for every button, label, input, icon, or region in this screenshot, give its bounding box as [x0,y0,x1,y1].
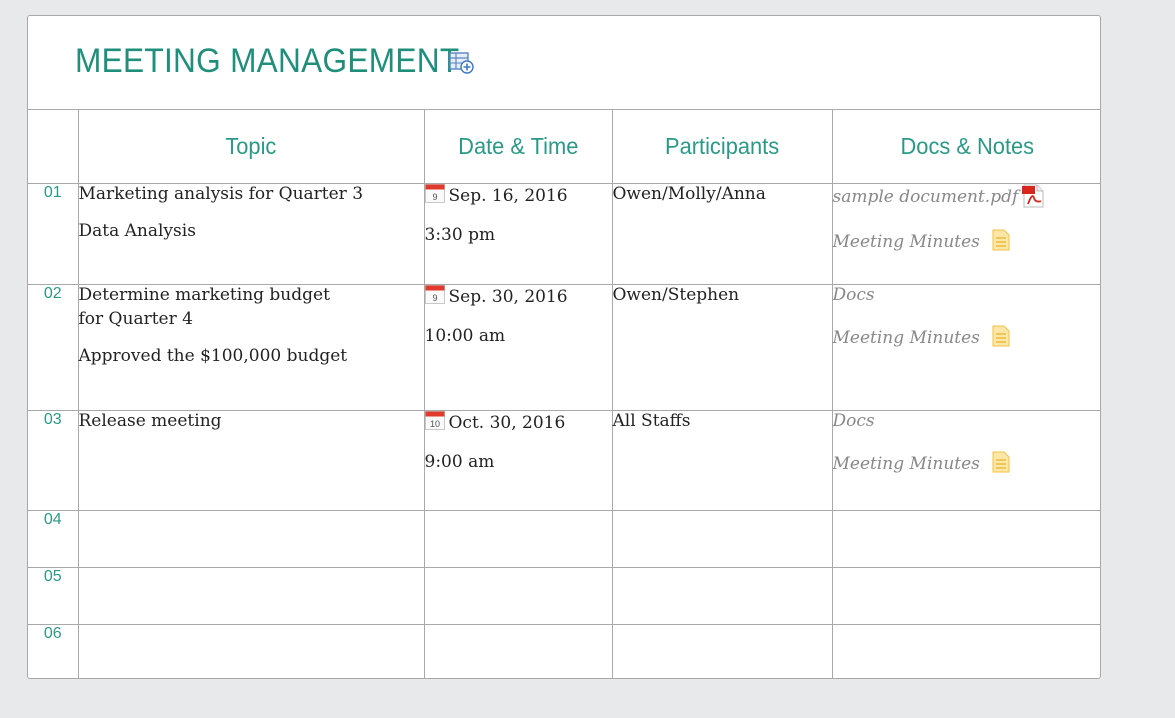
date-time-cell: 9 Sep. 30, 2016 10:00 am [424,284,613,411]
row-number: 04 [28,510,79,568]
date-time-cell[interactable] [424,624,613,678]
note-file-icon[interactable] [992,451,1010,478]
topic-notes: Data Analysis [78,221,196,241]
calendar-day: 10 [429,419,439,429]
add-table-icon[interactable] [449,51,475,79]
pdf-icon[interactable] [1022,184,1044,213]
topic-text: Release meeting [78,411,222,431]
table-row: 03 Release meeting 10 Oct. 30, 2016 9:00… [28,410,1101,511]
participants-text: Owen/Molly/Anna [612,184,766,204]
title-bar: MEETING MANAGEMENT [28,16,1100,110]
participants-cell[interactable] [612,567,833,625]
date-time-cell[interactable] [424,510,613,568]
topic-cell[interactable] [78,510,425,568]
date-time-cell: 9 Sep. 16, 2016 3:30 pm [424,183,613,285]
participants-cell: Owen/Stephen [612,284,833,411]
topic-cell[interactable] [78,567,425,625]
docs-cell: sample document.pdf Meeting Minutes [832,183,1100,285]
topic-text: Marketing analysis for Quarter 3 [78,184,364,204]
topic-cell: Determine marketing budget for Quarter 4… [78,284,425,411]
row-number: 05 [28,567,79,625]
docs-cell: Docs Meeting Minutes [832,410,1101,511]
participants-text: Owen/Stephen [612,285,740,305]
docs-link[interactable]: Docs [833,285,1101,305]
date-time-cell[interactable] [424,567,613,625]
row-number: 06 [28,624,79,678]
table-row: 01 Marketing analysis for Quarter 3 Data… [28,183,1100,285]
meeting-date: Sep. 16, 2016 [448,186,568,206]
docs-cell[interactable] [832,510,1100,568]
calendar-day: 9 [432,192,437,202]
header-num [28,109,79,184]
participants-cell[interactable] [612,510,833,568]
row-number: 03 [28,410,79,511]
page-title: MEETING MANAGEMENT [75,42,460,80]
meeting-time: 9:00 am [424,452,495,472]
topic-text: Determine marketing budget [78,285,330,305]
table-row: 04 [28,510,1100,568]
meeting-time: 10:00 am [424,326,506,346]
header-docs-notes: Docs & Notes [832,109,1100,184]
topic-cell[interactable] [78,624,425,678]
topic-notes: Approved the $100,000 budget [78,346,348,366]
meeting-date: Oct. 30, 2016 [448,413,566,433]
topic-text-line2: for Quarter 4 [78,309,193,329]
meeting-minutes-link[interactable]: Meeting Minutes [833,232,980,252]
meeting-minutes-link[interactable]: Meeting Minutes [833,454,980,474]
note-file-icon[interactable] [992,229,1010,256]
docs-cell[interactable] [832,567,1100,625]
note-file-icon[interactable] [992,325,1010,352]
topic-cell: Marketing analysis for Quarter 3 Data An… [78,183,425,285]
header-participants: Participants [612,109,833,184]
meeting-table: Topic Date & Time Participants Docs & No… [28,109,1101,679]
docs-link[interactable]: Docs [833,411,1101,431]
header-date-time: Date & Time [424,109,613,184]
participants-cell[interactable] [612,624,833,678]
row-number: 01 [28,183,79,285]
meeting-card: MEETING MANAGEMENT Topic Date & Time Par… [27,15,1101,679]
docs-cell[interactable] [832,625,1100,679]
meeting-time: 3:30 pm [424,225,496,245]
table-row: 02 Determine marketing budget for Quarte… [28,284,1101,411]
header-row: Topic Date & Time Participants Docs & No… [28,109,1100,184]
calendar-icon: 9 [424,184,445,208]
calendar-icon: 10 [424,411,445,435]
meeting-date: Sep. 30, 2016 [448,287,568,307]
table-row: 06 [28,624,1100,679]
calendar-day: 9 [432,293,437,303]
row-number: 02 [28,284,79,411]
participants-cell: Owen/Molly/Anna [612,183,833,285]
header-topic: Topic [78,109,425,184]
topic-cell: Release meeting [78,410,425,511]
participants-cell: All Staffs [612,410,833,511]
participants-text: All Staffs [612,411,691,431]
meeting-minutes-link[interactable]: Meeting Minutes [833,328,980,348]
date-time-cell: 10 Oct. 30, 2016 9:00 am [424,410,613,511]
document-link[interactable]: sample document.pdf [833,187,1019,207]
calendar-icon: 9 [424,285,445,309]
table-row: 05 [28,567,1100,625]
docs-cell: Docs Meeting Minutes [832,284,1101,411]
